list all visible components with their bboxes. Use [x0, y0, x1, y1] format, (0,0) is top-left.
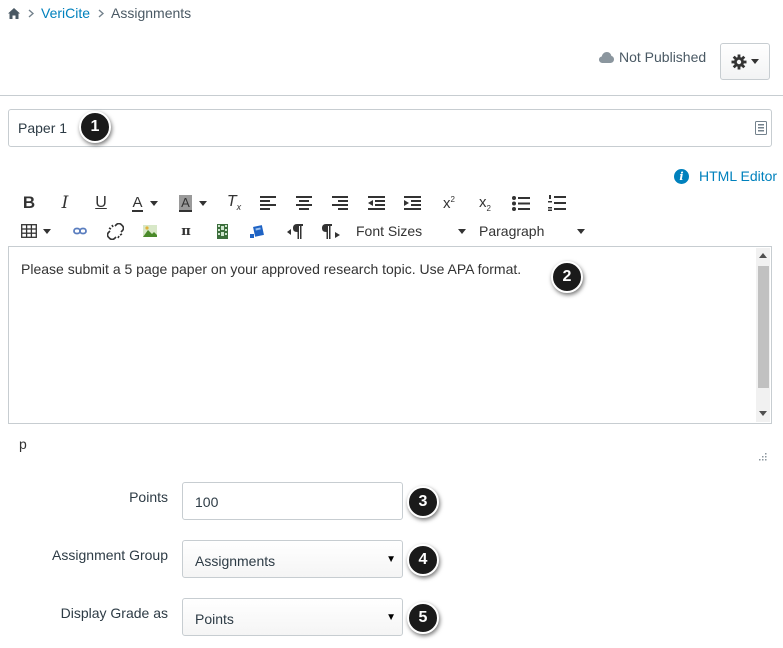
outdent-button[interactable] — [366, 194, 386, 212]
callout-badge-5: 5 — [407, 602, 439, 634]
embed-content-button[interactable] — [248, 222, 268, 240]
insert-math-button[interactable]: π — [176, 222, 196, 240]
rtl-direction-button[interactable] — [320, 221, 342, 241]
chevron-right-icon — [28, 8, 34, 18]
assignment-group-value: Assignments — [195, 553, 276, 569]
subscript-icon: x2 — [479, 193, 491, 213]
chevron-down-icon — [751, 59, 759, 64]
points-value: 100 — [195, 494, 219, 510]
publish-status-label: Not Published — [619, 49, 707, 65]
table-button[interactable] — [18, 222, 54, 240]
font-sizes-dropdown[interactable]: Font Sizes — [356, 221, 466, 241]
keyboard-icon[interactable] — [755, 121, 767, 135]
ltr-direction-button[interactable] — [285, 221, 305, 241]
clear-formatting-button[interactable]: Tx — [223, 193, 245, 213]
assignment-group-select[interactable]: Assignments ▼ — [182, 540, 403, 578]
image-icon — [143, 225, 157, 237]
breadcrumb-course-link[interactable]: VeriCite — [41, 5, 90, 21]
bullet-list-button[interactable] — [510, 194, 532, 212]
clear-formatting-icon: Tx — [226, 193, 242, 213]
superscript-button[interactable]: x2 — [438, 193, 460, 213]
chevron-down-icon — [458, 228, 466, 234]
scroll-up-arrow-icon[interactable] — [759, 253, 767, 258]
gear-icon — [731, 54, 747, 70]
paragraph-format-dropdown[interactable]: Paragraph — [479, 221, 585, 241]
pi-icon: π — [181, 223, 191, 239]
editor-content[interactable]: Please submit a 5 page paper on your app… — [21, 261, 521, 277]
numbered-list-button[interactable] — [546, 194, 568, 212]
header-divider — [0, 95, 783, 96]
indent-icon — [403, 196, 421, 210]
right-to-left-icon — [322, 224, 340, 239]
html-editor-label: HTML Editor — [699, 168, 778, 184]
bullet-list-icon — [512, 195, 530, 211]
numbered-list-icon — [548, 195, 566, 211]
underline-button[interactable]: U — [90, 193, 112, 213]
display-grade-select[interactable]: Points ▼ — [182, 598, 403, 636]
editor-scrollbar[interactable] — [756, 248, 770, 422]
subscript-button[interactable]: x2 — [474, 193, 496, 213]
assignment-group-label: Assignment Group — [52, 547, 168, 563]
breadcrumb: VeriCite Assignments — [8, 4, 191, 22]
assignment-title-input[interactable]: Paper 1 — [8, 109, 772, 147]
indent-button[interactable] — [402, 194, 422, 212]
publish-status: Not Published — [599, 49, 706, 65]
text-color-icon: A — [132, 193, 143, 212]
html-editor-link[interactable]: i HTML Editor — [674, 168, 777, 184]
points-label: Points — [129, 489, 168, 505]
paragraph-format-label: Paragraph — [479, 223, 545, 239]
align-left-button[interactable] — [258, 194, 278, 212]
cloud-icon — [599, 51, 619, 63]
callout-badge-2: 2 — [551, 261, 583, 293]
display-grade-label: Display Grade as — [60, 605, 168, 621]
insert-media-button[interactable] — [212, 222, 232, 240]
scroll-down-arrow-icon[interactable] — [759, 411, 767, 416]
scrollbar-thumb[interactable] — [758, 266, 769, 388]
rich-text-editor[interactable]: Please submit a 5 page paper on your app… — [8, 246, 772, 424]
film-icon — [216, 223, 228, 239]
text-color-button[interactable]: A — [125, 193, 165, 213]
remove-link-button[interactable] — [105, 221, 125, 241]
chevron-down-icon — [577, 228, 585, 234]
align-left-icon — [260, 196, 276, 210]
bold-button[interactable]: B — [18, 193, 40, 213]
dropdown-arrow-icon: ▼ — [386, 554, 396, 565]
callout-badge-3: 3 — [407, 486, 439, 518]
editor-element-path[interactable]: p — [19, 436, 27, 452]
unlink-icon — [106, 222, 124, 240]
italic-button[interactable]: I — [54, 193, 76, 213]
align-right-button[interactable] — [330, 194, 350, 212]
chevron-down-icon — [198, 200, 207, 206]
superscript-icon: x2 — [443, 194, 455, 212]
table-icon — [21, 224, 37, 238]
home-icon[interactable] — [8, 7, 20, 19]
settings-button[interactable] — [720, 43, 770, 80]
left-to-right-icon — [287, 224, 303, 239]
info-icon: i — [674, 168, 689, 184]
callout-badge-4: 4 — [407, 544, 439, 576]
align-center-icon — [296, 196, 312, 210]
dropdown-arrow-icon: ▼ — [386, 612, 396, 623]
chevron-down-icon — [43, 228, 51, 234]
breadcrumb-current: Assignments — [111, 5, 192, 21]
display-grade-value: Points — [195, 611, 234, 627]
resize-handle-icon[interactable] — [758, 448, 767, 464]
assignment-title-value: Paper 1 — [18, 120, 68, 136]
align-right-icon — [332, 196, 348, 210]
chevron-down-icon — [149, 200, 158, 206]
insert-link-button[interactable] — [70, 222, 90, 240]
callout-badge-1: 1 — [79, 111, 111, 143]
font-sizes-label: Font Sizes — [356, 223, 423, 239]
chevron-right-icon — [98, 8, 105, 18]
link-icon — [73, 227, 87, 235]
align-center-button[interactable] — [294, 194, 314, 212]
embed-icon — [250, 224, 264, 238]
insert-image-button[interactable] — [140, 222, 160, 240]
outdent-icon — [367, 196, 385, 210]
background-color-button[interactable]: A — [173, 193, 213, 213]
points-input[interactable]: 100 — [182, 482, 403, 520]
background-color-icon: A — [179, 194, 192, 212]
